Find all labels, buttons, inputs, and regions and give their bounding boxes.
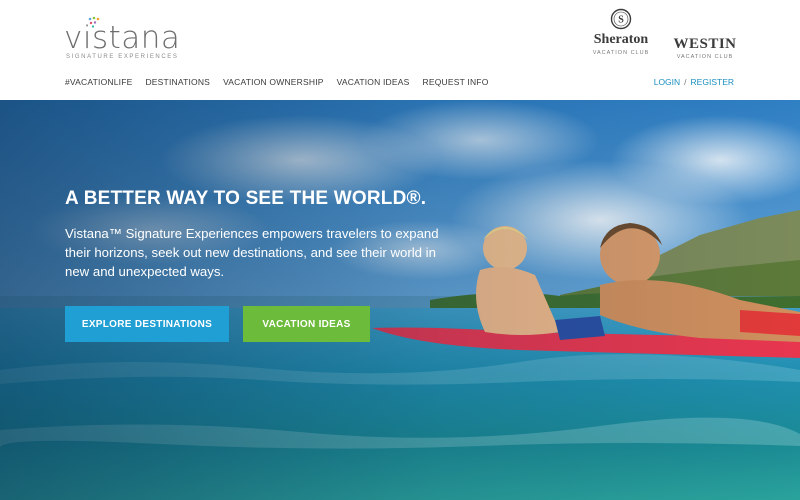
nav-item-request-info[interactable]: REQUEST INFO bbox=[423, 77, 489, 87]
sheraton-name: Sheraton bbox=[593, 32, 649, 47]
auth-separator: / bbox=[684, 77, 687, 87]
westin-sub: VACATION CLUB bbox=[676, 54, 734, 60]
explore-destinations-button[interactable]: EXPLORE DESTINATIONS bbox=[65, 306, 229, 342]
nav-item-destinations[interactable]: DESTINATIONS bbox=[145, 77, 210, 87]
hero-section: A BETTER WAY TO SEE THE WORLD®. Vistana™… bbox=[0, 100, 800, 500]
vistana-logo[interactable]: vistana SIGNATURE EXPERIENCES bbox=[64, 16, 184, 68]
hero-background-image bbox=[0, 100, 800, 500]
nav-item-vacation-ownership[interactable]: VACATION OWNERSHIP bbox=[223, 77, 324, 87]
nav-item-vacationlife[interactable]: #VACATIONLIFE bbox=[65, 77, 132, 87]
hero-title: A BETTER WAY TO SEE THE WORLD®. bbox=[65, 188, 427, 209]
svg-text:S: S bbox=[618, 15, 624, 26]
auth-links: LOGIN / REGISTER bbox=[654, 77, 734, 87]
hero-description: Vistana™ Signature Experiences empowers … bbox=[65, 226, 439, 279]
login-link[interactable]: LOGIN bbox=[654, 77, 680, 87]
vacation-ideas-button[interactable]: VACATION IDEAS bbox=[243, 306, 370, 342]
main-nav: #VACATIONLIFE DESTINATIONS VACATION OWNE… bbox=[65, 77, 502, 87]
sheraton-logo[interactable]: S Sheraton VACATION CLUB bbox=[585, 8, 657, 56]
logo-tagline: SIGNATURE EXPERIENCES bbox=[66, 54, 179, 60]
register-link[interactable]: REGISTER bbox=[691, 77, 734, 87]
sheraton-sub: VACATION CLUB bbox=[592, 50, 650, 56]
westin-name: WESTIN bbox=[673, 36, 737, 52]
site-header: vistana SIGNATURE EXPERIENCES S Sheraton… bbox=[0, 0, 800, 100]
westin-logo[interactable]: WESTIN VACATION CLUB bbox=[672, 8, 738, 60]
nav-item-vacation-ideas[interactable]: VACATION IDEAS bbox=[337, 77, 410, 87]
logo-wordmark: vistana bbox=[64, 20, 181, 56]
sheraton-emblem-icon: S bbox=[610, 8, 632, 30]
